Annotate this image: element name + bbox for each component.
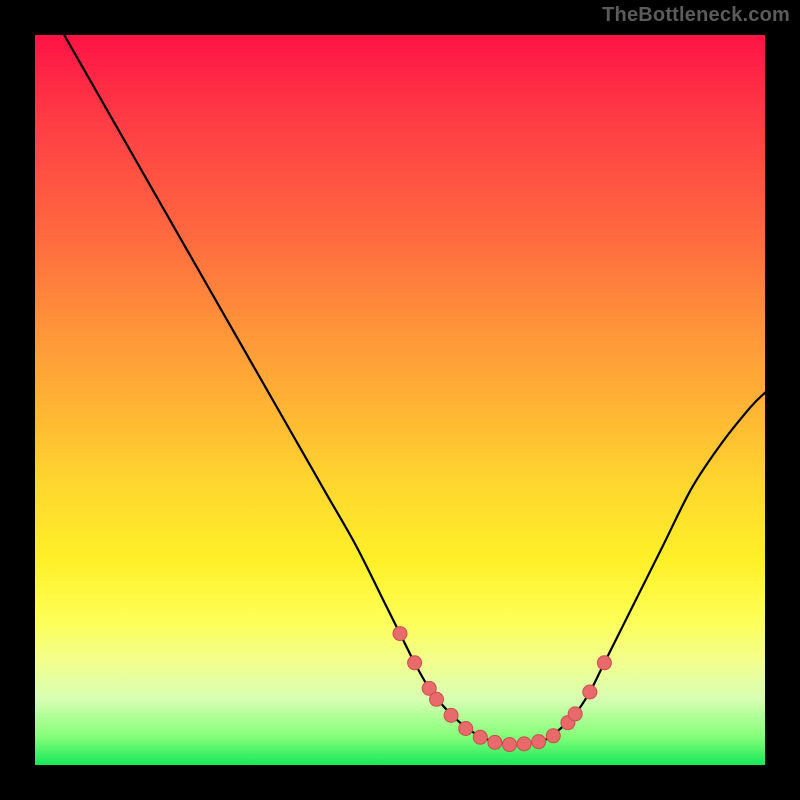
highlight-point [503,738,517,752]
highlight-point [393,627,407,641]
highlight-point [430,692,444,706]
highlight-point [532,735,546,749]
highlight-point [444,708,458,722]
curve-svg [35,35,765,765]
highlight-points [393,627,611,752]
highlight-point [473,730,487,744]
highlight-point [546,729,560,743]
highlight-point [488,735,502,749]
highlight-point [597,656,611,670]
chart-frame: TheBottleneck.com [0,0,800,800]
highlight-point [517,737,531,751]
plot-area [35,35,765,765]
watermark-text: TheBottleneck.com [602,4,790,27]
highlight-point [459,722,473,736]
highlight-point [408,656,422,670]
bottleneck-curve [64,35,765,745]
highlight-point [583,685,597,699]
highlight-point [568,707,582,721]
